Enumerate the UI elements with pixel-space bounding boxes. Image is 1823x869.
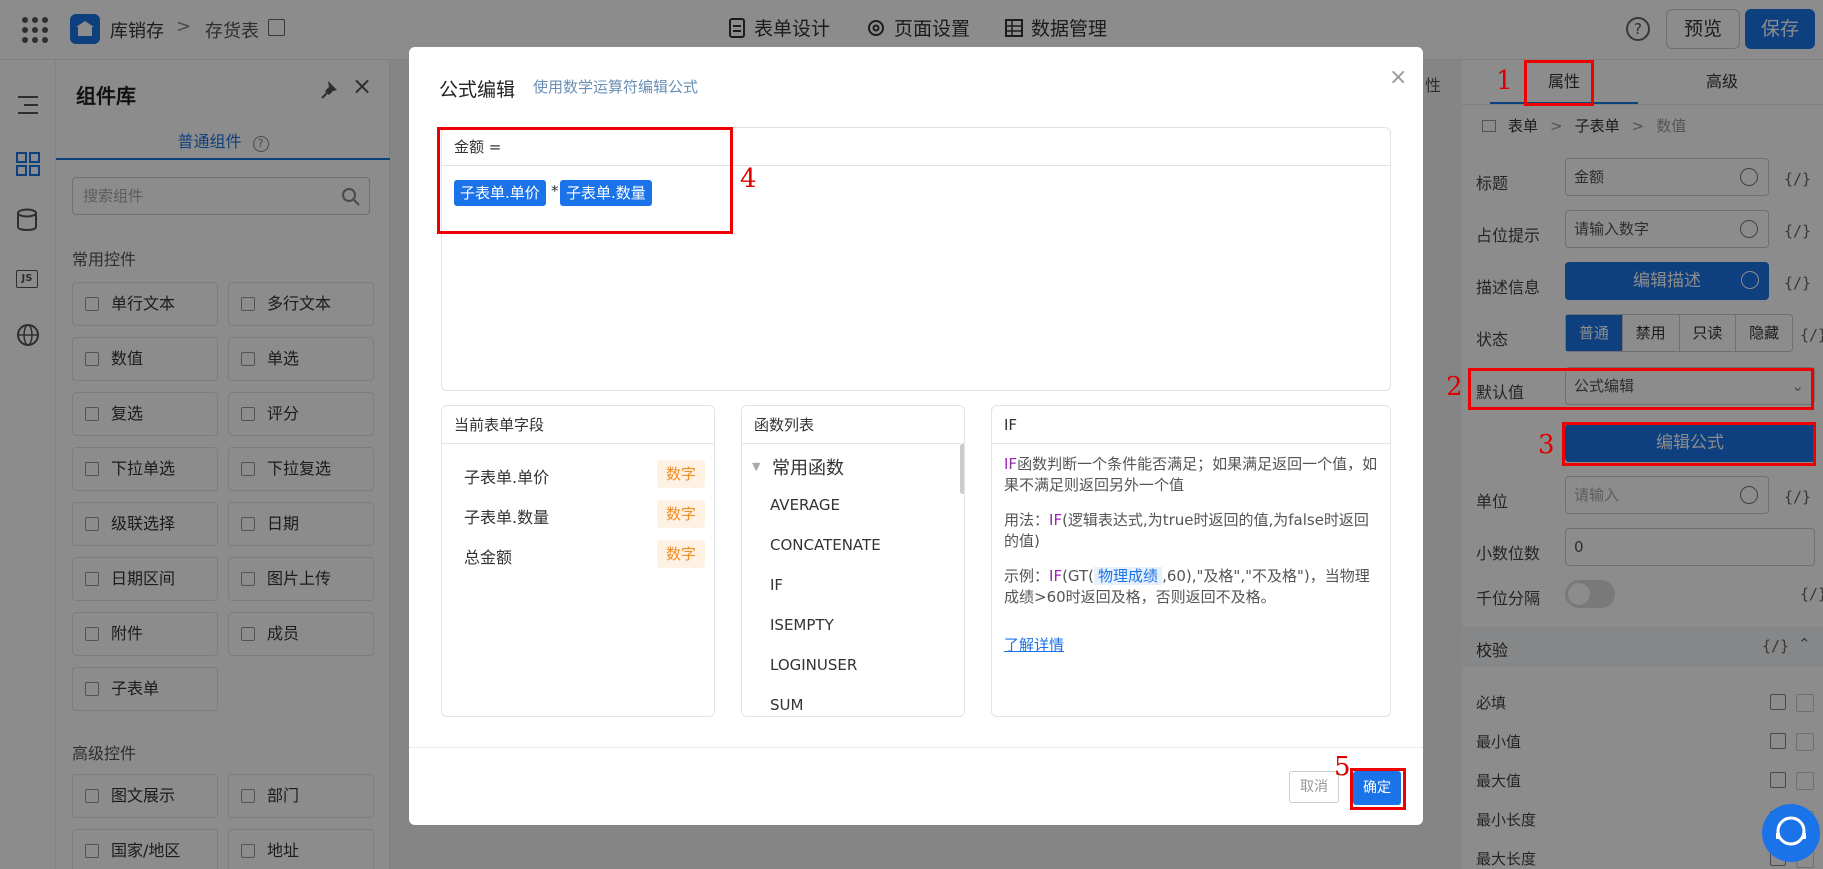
field-type-badge: 数字 [657, 540, 705, 568]
function-usage: 用法：IF(逻辑表达式,为true时返回的值,为false时返回的值) [1004, 510, 1380, 552]
function-group[interactable]: 常用函数 [772, 454, 844, 480]
field-name[interactable]: 子表单.数量 [464, 504, 549, 528]
annotation-box-4 [437, 127, 733, 234]
function-item[interactable]: AVERAGE [770, 496, 840, 514]
function-description: IF函数判断一个条件能否满足；如果满足返回一个值，如果不满足则返回另外一个值 [1004, 454, 1380, 496]
field-type-badge: 数字 [657, 460, 705, 488]
example-prefix: 示例： [1004, 567, 1050, 585]
cancel-button[interactable]: 取消 [1289, 771, 1339, 803]
learn-more-link[interactable]: 了解详情 [1004, 634, 1064, 655]
annotation-box-2 [1468, 368, 1814, 410]
annotation-number: 3 [1538, 430, 1555, 460]
example-mid: (GT( [1062, 567, 1095, 585]
panel-header: 函数列表 [742, 406, 964, 444]
close-icon[interactable]: × [1389, 65, 1407, 90]
field-name[interactable]: 总金额 [464, 544, 512, 568]
function-example: 示例：IF(GT(物理成绩 ,60),"及格","不及格")，当物理成绩>60时返… [1004, 566, 1380, 608]
annotation-box-3 [1562, 422, 1816, 466]
support-chat-icon[interactable] [1762, 804, 1820, 862]
annotation-number: 5 [1334, 752, 1351, 782]
fn-name: IF [1049, 511, 1063, 529]
fn-name: IF [1049, 567, 1063, 585]
function-item[interactable]: LOGINUSER [770, 656, 857, 674]
field-name[interactable]: 子表单.单价 [464, 464, 549, 488]
usage-prefix: 用法： [1004, 511, 1050, 529]
function-item[interactable]: IF [770, 576, 783, 594]
fn-desc: 函数判断一个条件能否满足；如果满足返回一个值，如果不满足则返回另外一个值 [1004, 455, 1378, 494]
annotation-number: 1 [1496, 66, 1513, 96]
current-fields-panel: 当前表单字段 子表单.单价 数字 子表单.数量 数字 总金额 数字 [441, 405, 715, 717]
function-item[interactable]: CONCATENATE [770, 536, 881, 554]
field-type-badge: 数字 [657, 500, 705, 528]
caret-down-icon[interactable]: ▼ [752, 460, 760, 473]
function-list-panel: 函数列表 ▼ 常用函数 AVERAGE CONCATENATE IF ISEMPTY L… [741, 405, 965, 717]
function-item[interactable]: ISEMPTY [770, 616, 834, 634]
annotation-number: 2 [1446, 372, 1463, 402]
annotation-box-1 [1524, 60, 1594, 106]
function-info-panel: IF IF函数判断一个条件能否满足；如果满足返回一个值，如果不满足则返回另外一个… [991, 405, 1391, 717]
fn-name: IF [1004, 455, 1018, 473]
scrollbar[interactable] [960, 444, 964, 494]
annotation-number: 4 [740, 164, 757, 194]
panel-header: 当前表单字段 [442, 406, 714, 444]
panel-header: IF [992, 406, 1390, 444]
modal-subtitle: 使用数学运算符编辑公式 [533, 78, 699, 96]
footer-divider [409, 747, 1423, 748]
annotation-box-5 [1350, 768, 1406, 810]
function-item[interactable]: SUM [770, 696, 803, 714]
example-field-chip: 物理成绩 [1094, 567, 1163, 585]
modal-title: 公式编辑 [439, 79, 516, 101]
